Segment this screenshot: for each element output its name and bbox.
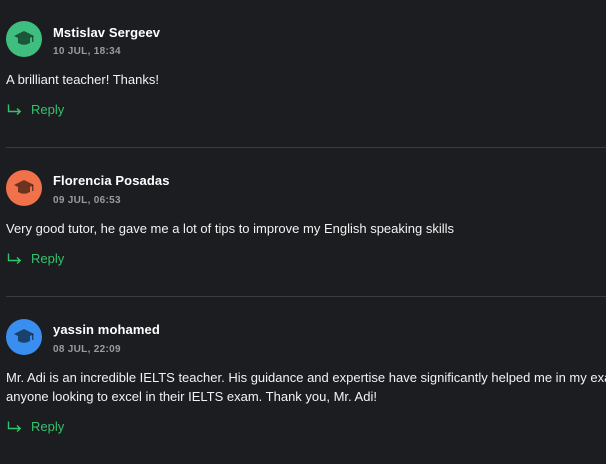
reply-label: Reply — [31, 251, 65, 266]
comment-text-line: A brilliant teacher! Thanks! — [6, 72, 159, 87]
author-name[interactable]: yassin mohamed — [53, 322, 160, 337]
comment-text: Very good tutor, he gave me a lot of tip… — [6, 219, 606, 238]
comment-text: Mr. Adi is an incredible IELTS teacher. … — [6, 368, 606, 406]
comment-text-line: anyone looking to excel in their IELTS e… — [6, 389, 377, 404]
comment-timestamp: 10 JUL, 18:34 — [53, 46, 121, 57]
avatar[interactable] — [6, 319, 42, 355]
divider — [6, 296, 606, 297]
comment-timestamp: 08 JUL, 22:09 — [53, 344, 121, 355]
graduation-cap-icon — [14, 31, 34, 45]
reply-arrow-icon — [7, 253, 22, 264]
author-name[interactable]: Mstislav Sergeev — [53, 25, 160, 40]
reply-button[interactable]: Reply — [7, 251, 64, 266]
avatar[interactable] — [6, 170, 42, 206]
comment-text: A brilliant teacher! Thanks! — [6, 70, 606, 89]
reply-label: Reply — [31, 419, 65, 434]
reply-button[interactable]: Reply — [7, 102, 64, 117]
reply-label: Reply — [31, 102, 65, 117]
graduation-cap-icon — [14, 180, 34, 194]
reply-button[interactable]: Reply — [7, 419, 64, 434]
reply-arrow-icon — [7, 421, 22, 432]
divider — [6, 147, 606, 148]
graduation-cap-icon — [14, 329, 34, 343]
avatar[interactable] — [6, 21, 42, 57]
comment-text-line: Very good tutor, he gave me a lot of tip… — [6, 221, 455, 236]
comment-timestamp: 09 JUL, 06:53 — [53, 195, 121, 206]
comment-text-line: Mr. Adi is an incredible IELTS teacher. … — [6, 370, 606, 385]
comments-list: Mstislav Sergeev 10 JUL, 18:34 A brillia… — [0, 0, 606, 464]
author-name[interactable]: Florencia Posadas — [53, 173, 170, 188]
reply-arrow-icon — [7, 104, 22, 115]
